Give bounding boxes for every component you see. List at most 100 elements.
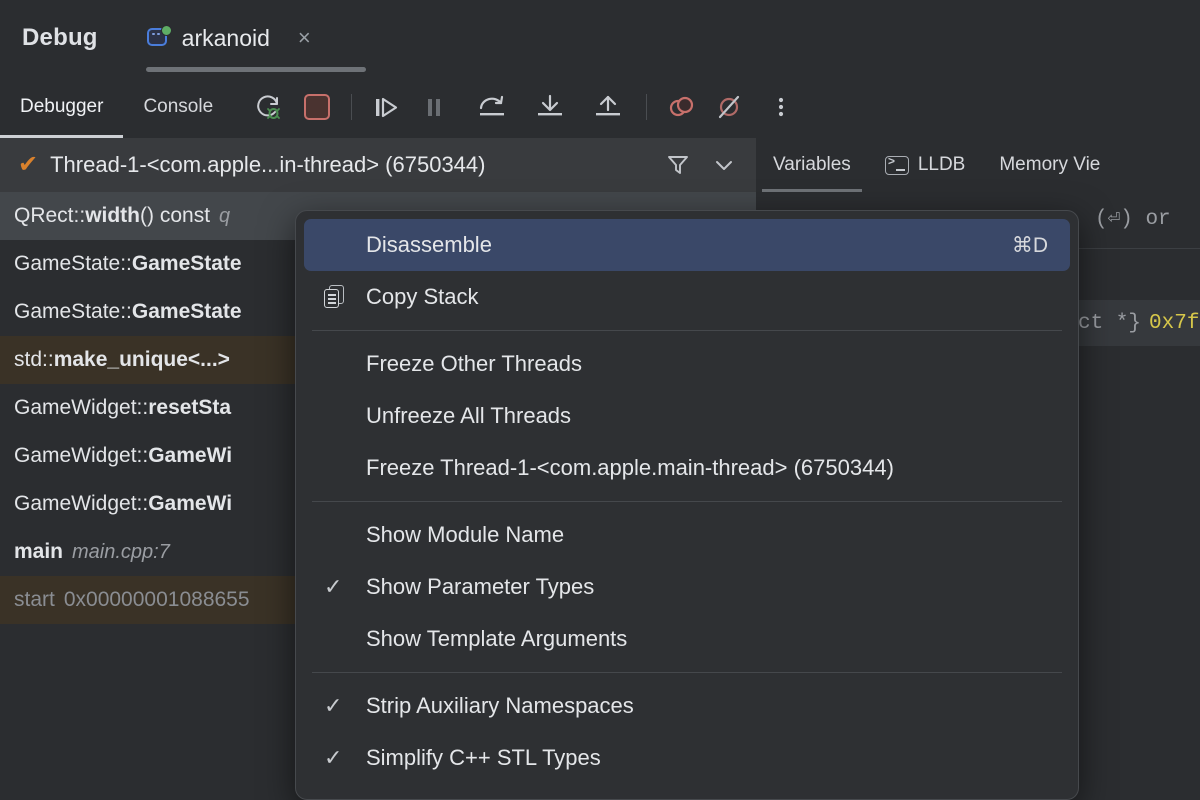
step-out-icon[interactable] — [586, 85, 630, 129]
more-glyph — [779, 97, 784, 117]
menu-item-label: Simplify C++ STL Types — [366, 745, 601, 770]
tab-debugger-label: Debugger — [20, 96, 104, 117]
menu-item-show-template-arguments[interactable]: Show Template Arguments — [304, 613, 1070, 665]
filter-glyph — [668, 156, 688, 174]
frame-name: QRect:: — [14, 204, 86, 227]
run-configuration-tab[interactable]: arkanoid × — [136, 0, 366, 76]
resume-glyph — [376, 97, 398, 118]
step-over-icon[interactable] — [470, 85, 514, 129]
menu-item-label: Show Template Arguments — [366, 626, 628, 651]
menu-separator — [312, 672, 1062, 673]
menu-item-freeze-thread[interactable]: Freeze Thread-1-<com.apple.main-thread> … — [304, 442, 1070, 494]
tab-lldb[interactable]: LLDB — [868, 138, 983, 192]
more-vertical-icon[interactable] — [759, 85, 803, 129]
thread-selector-label: Thread-1-<com.apple...in-thread> (675034… — [50, 152, 486, 177]
frame-tail: () const — [140, 204, 211, 227]
frame-method: resetSta — [148, 396, 232, 419]
menu-item-unfreeze-all-threads[interactable]: Unfreeze All Threads — [304, 390, 1070, 442]
variable-type: ct *} — [1078, 311, 1142, 335]
tab-console-label: Console — [143, 96, 214, 117]
tab-debugger[interactable]: Debugger — [0, 76, 124, 138]
frame-name: GameWidget:: — [14, 396, 149, 419]
frame-location: main.cpp:7 — [72, 540, 170, 563]
stop-icon[interactable] — [295, 85, 339, 129]
variables-divider — [1078, 248, 1200, 249]
chevron-down-icon[interactable] — [704, 145, 744, 185]
frame-name: start — [14, 588, 55, 611]
tab-variables-label: Variables — [773, 154, 851, 175]
step-into-icon[interactable] — [528, 85, 572, 129]
frame-name: GameState:: — [14, 252, 132, 275]
step-over-glyph — [480, 95, 505, 116]
menu-item-label: Show Module Name — [366, 522, 565, 547]
tool-window-header: Debug arkanoid × — [0, 0, 1200, 76]
pause-glyph — [428, 99, 441, 116]
menu-item-gutter: ✓ — [324, 747, 366, 769]
run-config-icon — [146, 25, 172, 51]
menu-separator — [312, 501, 1062, 502]
frame-method: width — [85, 204, 141, 227]
menu-item-simplify-cpp-stl-types[interactable]: ✓ Simplify C++ STL Types — [304, 732, 1070, 784]
thread-status-check-icon: ✔ — [18, 151, 39, 178]
frame-name: GameWidget:: — [14, 492, 149, 515]
menu-item-label: Freeze Other Threads — [366, 351, 583, 376]
terminal-icon — [884, 155, 909, 175]
right-panel-tabs: Variables LLDB Memory Vie — [756, 138, 1200, 193]
breakpoints-icon[interactable] — [659, 85, 703, 129]
variable-row[interactable]: ct *} 0x7f9 — [1078, 300, 1200, 346]
menu-item-label: Disassemble — [366, 232, 492, 257]
tab-console[interactable]: Console — [123, 76, 233, 138]
menu-item-show-parameter-types[interactable]: ✓ Show Parameter Types — [304, 561, 1070, 613]
checkmark-icon: ✓ — [324, 693, 343, 718]
breakpoints-glyph — [670, 96, 694, 117]
active-tab-indicator — [145, 67, 366, 72]
step-into-glyph — [538, 94, 563, 116]
menu-item-label: Strip Auxiliary Namespaces — [366, 693, 634, 718]
menu-item-shortcut: ⌘D — [1011, 233, 1048, 257]
toolbar-divider — [351, 94, 353, 120]
frame-method: main — [14, 540, 64, 563]
thread-selector-actions — [658, 145, 756, 185]
variable-value: 0x7f9 — [1149, 311, 1200, 335]
stop-square — [304, 94, 331, 120]
step-out-glyph — [596, 95, 621, 116]
pause-program-icon[interactable] — [412, 85, 456, 129]
frame-location: q — [219, 204, 231, 227]
frame-method: make_unique<...> — [53, 348, 230, 371]
menu-item-gutter: ✓ — [324, 695, 366, 717]
menu-item-strip-auxiliary-namespaces[interactable]: ✓ Strip Auxiliary Namespaces — [304, 680, 1070, 732]
chevron-down-glyph — [716, 161, 732, 170]
variables-hint-text: (⏎) or — [1095, 208, 1171, 231]
rerun-debug-icon[interactable] — [247, 85, 291, 129]
checkmark-icon: ✓ — [324, 745, 343, 770]
running-dot-icon — [160, 25, 172, 36]
mute-breakpoints-icon[interactable] — [707, 85, 751, 129]
menu-item-copy-stack[interactable]: Copy Stack — [304, 271, 1070, 323]
debug-tool-window: Debug arkanoid × Debugger Console ✔ Thre… — [0, 0, 1200, 800]
menu-item-label: Freeze Thread-1-<com.apple.main-thread> … — [366, 455, 894, 480]
thread-selector[interactable]: ✔ Thread-1-<com.apple...in-thread> (6750… — [0, 138, 756, 193]
menu-item-show-module-name[interactable]: Show Module Name — [304, 509, 1070, 561]
context-menu[interactable]: Disassemble ⌘D Copy Stack Freeze Other T… — [295, 210, 1079, 800]
close-icon[interactable]: × — [298, 27, 311, 49]
menu-item-disassemble[interactable]: Disassemble ⌘D — [304, 219, 1070, 271]
menu-item-label: Show Parameter Types — [366, 574, 595, 599]
frame-address: 0x00000001088655 — [63, 588, 250, 611]
debugger-toolbar: Debugger Console — [0, 76, 1200, 138]
checkmark-icon: ✓ — [324, 574, 343, 599]
filter-icon[interactable] — [658, 145, 698, 185]
tab-variables[interactable]: Variables — [756, 138, 868, 192]
run-tab-label: arkanoid — [181, 24, 270, 51]
menu-item-gutter — [324, 285, 366, 309]
tab-memory-view[interactable]: Memory Vie — [982, 138, 1117, 192]
menu-item-label: Copy Stack — [366, 284, 479, 309]
page-title: Debug — [22, 24, 98, 51]
menu-item-label: Unfreeze All Threads — [366, 403, 572, 428]
resume-program-icon[interactable] — [364, 85, 408, 129]
rerun-debug-glyph — [257, 95, 281, 119]
mute-breakpoints-glyph — [719, 95, 740, 119]
frame-method: GameState — [131, 300, 242, 323]
frame-name: std:: — [14, 348, 54, 371]
menu-item-freeze-other-threads[interactable]: Freeze Other Threads — [304, 338, 1070, 390]
copy-icon — [324, 285, 346, 309]
